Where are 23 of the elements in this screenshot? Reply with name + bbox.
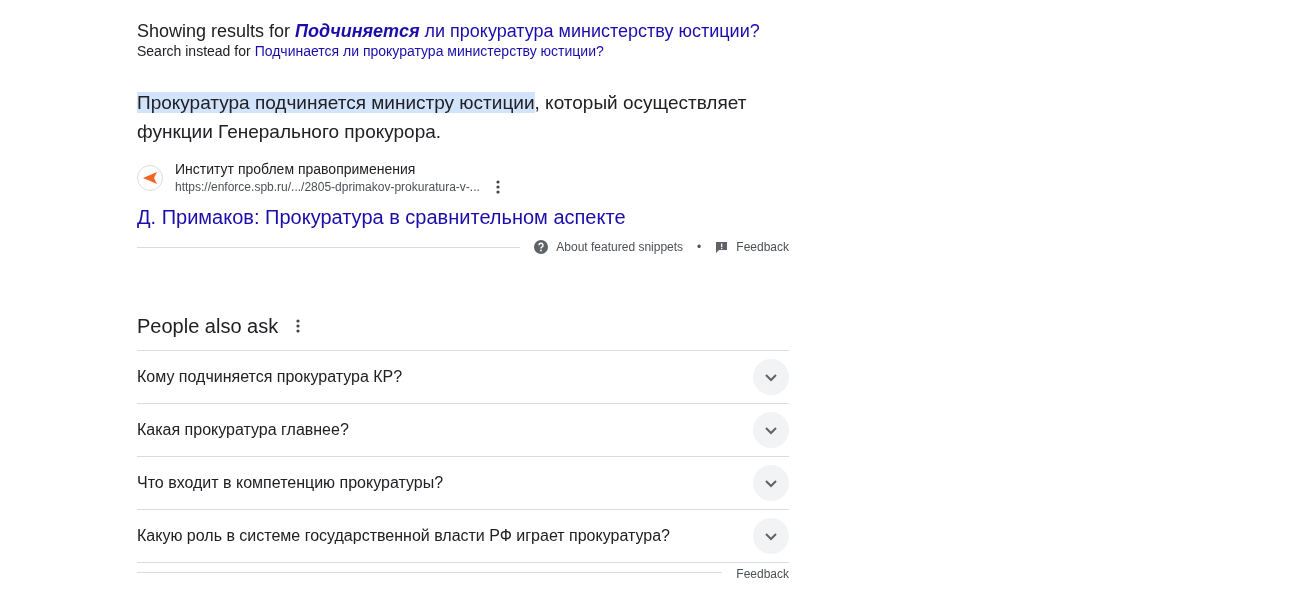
help-icon xyxy=(534,240,549,254)
separator-dot: • xyxy=(697,240,702,254)
question-text[interactable]: Какая прокуратура главнее? xyxy=(137,421,349,439)
showing-results-label: Showing results for xyxy=(137,20,291,42)
question-text[interactable]: Что входит в компетенцию прокуратуры? xyxy=(137,474,444,492)
expand-button[interactable] xyxy=(753,359,789,395)
search-instead-label: Search instead for xyxy=(137,42,251,60)
question-text[interactable]: Какую роль в системе государственной власти РФ играет прокуратура? xyxy=(137,527,670,545)
feedback-link[interactable]: Feedback xyxy=(736,563,789,581)
corrected-query-link[interactable]: Подчиняется ли прокуратура министерству юстиции? xyxy=(295,20,760,42)
expand-button[interactable] xyxy=(753,465,789,501)
expand-button[interactable] xyxy=(753,518,789,554)
source-name: Институт проблем правоприменения xyxy=(175,160,417,178)
feedback-link[interactable]: Feedback xyxy=(736,240,789,254)
about-snippets-link[interactable]: About featured snippets xyxy=(556,240,684,254)
question-text[interactable]: Кому подчиняется прокуратура КР? xyxy=(137,368,403,386)
expand-button[interactable] xyxy=(753,412,789,448)
feedback-icon xyxy=(715,240,729,254)
section-heading: People also ask xyxy=(137,314,279,338)
featured-snippet-text: Прокуратура подчиняется министру юстиции, который осуществляет функции Генерального прокурора. xyxy=(137,91,748,144)
original-query-link[interactable]: Подчинается ли прокуратура министерству юстиции? xyxy=(254,42,604,60)
result-title-link[interactable]: Д. Примаков: Прокуратура в сравнительном аспекте xyxy=(137,204,626,230)
source-url: https://enforce.spb.ru/.../2805-dprimakov-prokuratura-v-... xyxy=(175,179,480,196)
